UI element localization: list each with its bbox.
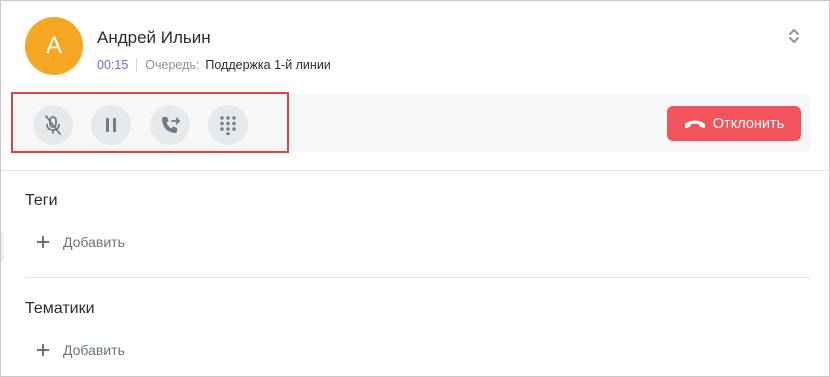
decline-button[interactable]: Отклонить	[667, 106, 801, 141]
divider	[1, 170, 829, 171]
topics-title: Тематики	[25, 300, 95, 317]
call-panel: А Андрей Ильин 00:15 Очередь: Поддержка …	[0, 0, 830, 377]
add-tag-button[interactable]: Добавить	[36, 234, 125, 250]
hold-button[interactable]	[91, 105, 131, 145]
queue-label: Очередь:	[145, 58, 200, 72]
pause-icon	[106, 118, 116, 132]
add-topic-label: Добавить	[63, 342, 125, 358]
decline-label: Отклонить	[712, 115, 785, 132]
call-timer: 00:15	[97, 58, 129, 72]
dialpad-button[interactable]	[208, 105, 248, 145]
mute-button[interactable]	[33, 105, 73, 145]
caller-header: А Андрей Ильин 00:15 Очередь: Поддержка …	[1, 1, 829, 93]
add-tag-label: Добавить	[63, 234, 125, 250]
expand-collapse-icon[interactable]	[784, 25, 804, 47]
dialpad-icon	[220, 116, 236, 135]
plus-icon	[37, 236, 49, 248]
transfer-call-icon	[162, 117, 180, 133]
hangup-icon	[684, 120, 705, 128]
divider	[25, 277, 810, 278]
avatar: А	[25, 17, 83, 75]
queue-value: Поддержка 1-й линии	[205, 58, 331, 72]
call-meta: 00:15 Очередь: Поддержка 1-й линии	[97, 58, 331, 72]
plus-icon	[37, 344, 49, 356]
meta-divider	[136, 58, 138, 72]
left-edge-accent	[1, 231, 4, 261]
transfer-button[interactable]	[150, 105, 190, 145]
mic-off-icon	[45, 115, 61, 135]
tags-title: Теги	[25, 192, 58, 209]
caller-name: Андрей Ильин	[97, 28, 211, 47]
add-topic-button[interactable]: Добавить	[36, 342, 125, 358]
